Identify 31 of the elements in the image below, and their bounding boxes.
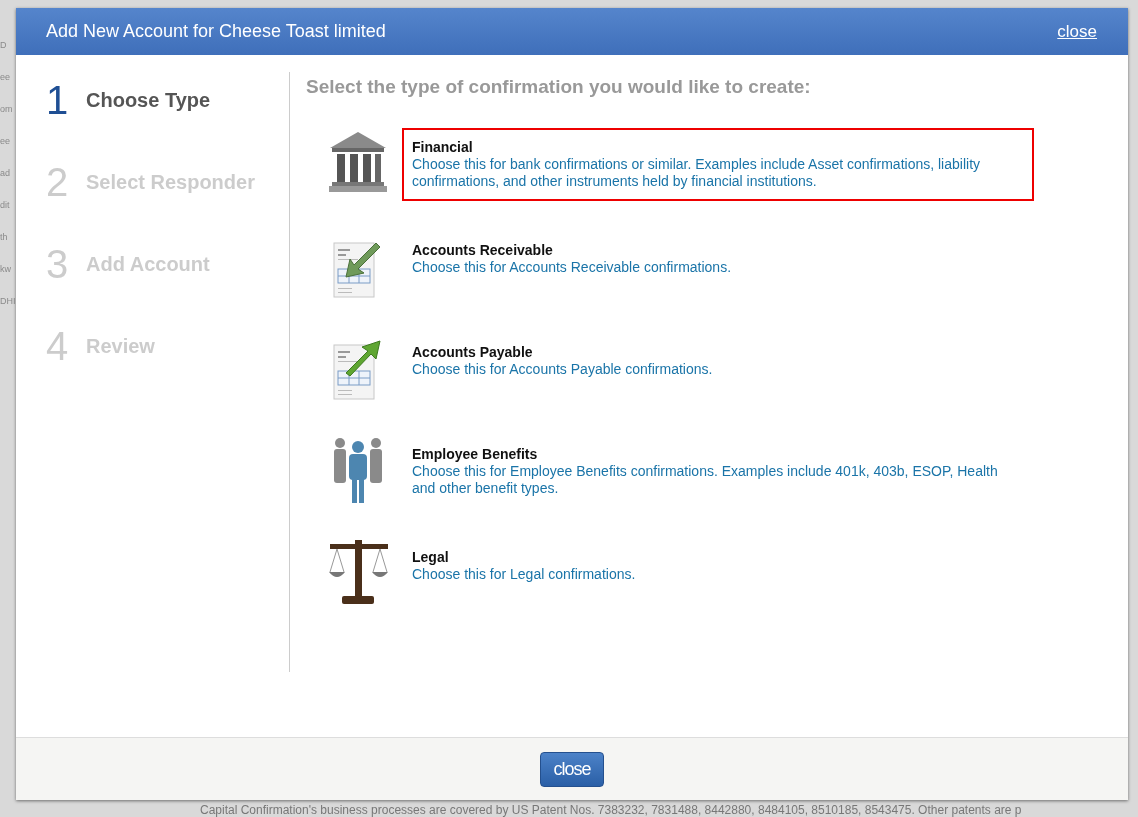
option-description: Choose this for Employee Benefits confirmations. Examples include 401k, 403b, ESOP, Health and other benefit types. (412, 463, 999, 497)
option-title: Accounts Receivable (412, 242, 554, 259)
confirmation-option[interactable]: Employee Benefits Choose this for Employee Benefits confirmations. Examples include 401k, 403b, ESOP, Health and other benefit types. (402, 435, 1034, 508)
option-description: Choose this for Legal confirmations. (412, 566, 637, 583)
patent-note: Capital Confirmation's business processes are covered by US Patent Nos. 7383232, 7831488, 8442880, 8484105, 8510185, 8543475. Other patents are p (200, 803, 1022, 817)
background-text: om (0, 104, 14, 114)
background-text: ee (0, 136, 11, 146)
step-number: 1 (46, 78, 70, 122)
background-text: ad (0, 168, 11, 178)
background-text: kw (0, 264, 12, 274)
option-title: Accounts Payable (412, 344, 534, 361)
dialog-title: Add New Account for Cheese Toast limited (46, 21, 386, 42)
section-heading: Select the type of confirmation you would like to create: (306, 76, 812, 98)
background-text: D (0, 40, 8, 50)
option-description: Choose this for bank confirmations or similar. Examples include Asset confirmations, liability confirmations, and other instruments held by financial institutions. (412, 156, 982, 190)
confirmation-option[interactable]: Accounts Payable Choose this for Accounts Payable confirmations. (402, 333, 1034, 389)
option-description: Choose this for Accounts Receivable confirmations. (412, 259, 733, 276)
option-title: Employee Benefits (412, 446, 539, 463)
option-description: Choose this for Accounts Payable confirmations. (412, 361, 714, 378)
step-label: Choose Type (86, 88, 211, 112)
close-link[interactable]: close (1057, 21, 1097, 42)
option-title: Legal (412, 549, 450, 566)
confirmation-option[interactable]: Financial Choose this for bank confirmations or similar. Examples include Asset confirmations, liability confirmations, and other instruments held by financial institutions. (402, 128, 1034, 201)
background-text: th (0, 232, 9, 242)
close-button[interactable]: close (540, 751, 604, 787)
background-text: DHI (0, 296, 16, 306)
background-text: ee (0, 72, 11, 82)
background-text: dit (0, 200, 11, 210)
option-title: Financial (412, 139, 474, 156)
confirmation-option[interactable]: Legal Choose this for Legal confirmations. (402, 538, 1034, 594)
confirmation-option[interactable]: Accounts Receivable Choose this for Accounts Receivable confirmations. (402, 231, 1034, 287)
